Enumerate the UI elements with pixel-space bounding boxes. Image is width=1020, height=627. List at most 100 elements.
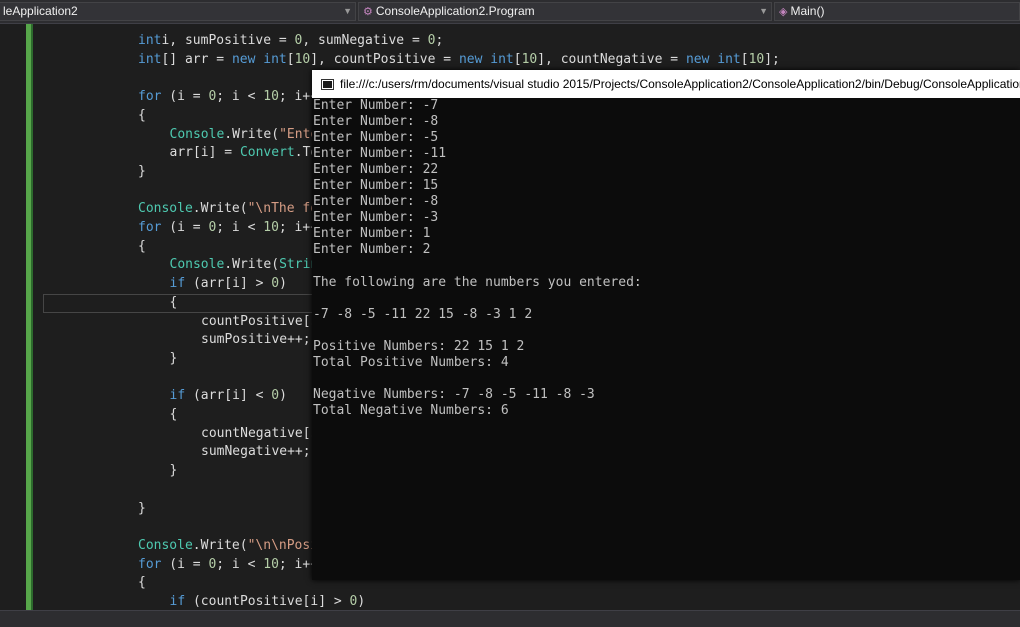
code-token: (i = bbox=[161, 556, 209, 572]
code-token: 10 bbox=[263, 89, 279, 105]
code-token: i, sumPositive = bbox=[161, 33, 295, 48]
code-token: [] arr = bbox=[161, 51, 232, 67]
console-line: The following are the numbers you entere… bbox=[313, 274, 642, 290]
horizontal-scrollbar[interactable] bbox=[0, 610, 1020, 627]
code-line: } bbox=[138, 500, 146, 519]
chevron-down-icon: ▼ bbox=[759, 6, 768, 16]
code-token: [ bbox=[513, 51, 522, 67]
code-token: for bbox=[138, 220, 162, 235]
code-line: { bbox=[170, 294, 178, 313]
code-token: , sumNegative = bbox=[302, 33, 428, 48]
code-token: 0 bbox=[271, 276, 280, 292]
class-icon: ⚙ bbox=[363, 6, 373, 18]
console-window[interactable]: file:///c:/users/rm/documents/visual stu… bbox=[312, 70, 1020, 580]
console-title-bar[interactable]: file:///c:/users/rm/documents/visual stu… bbox=[312, 70, 1020, 98]
code-line: } bbox=[170, 350, 178, 369]
code-token: if bbox=[169, 276, 186, 292]
code-token: new bbox=[231, 51, 256, 67]
code-token: int bbox=[138, 33, 162, 48]
code-token: new bbox=[458, 51, 483, 67]
code-token: } bbox=[138, 500, 146, 516]
code-token: int bbox=[709, 51, 741, 67]
code-token: .Write( bbox=[224, 126, 280, 142]
code-token: arr[i] = bbox=[169, 145, 240, 161]
code-token: 10 bbox=[263, 220, 279, 235]
code-token: Console bbox=[138, 201, 193, 217]
chevron-down-icon: ▼ bbox=[343, 6, 352, 16]
console-line: Enter Number: -3 bbox=[313, 210, 439, 226]
code-token: { bbox=[138, 107, 146, 123]
member-dropdown-label: Main() bbox=[790, 4, 825, 18]
console-line: Enter Number: 2 bbox=[313, 242, 431, 258]
code-token: ; i < bbox=[216, 89, 264, 105]
code-token: 10 bbox=[748, 51, 765, 67]
code-line: sumPositive++; bbox=[201, 331, 311, 350]
code-token: int bbox=[482, 51, 514, 67]
code-token: int bbox=[255, 51, 287, 67]
console-line: Enter Number: -5 bbox=[313, 130, 439, 146]
console-output: Enter Number: -7 Enter Number: -8 Enter Nu… bbox=[313, 98, 1019, 580]
console-line: Enter Number: -8 bbox=[313, 194, 439, 210]
code-token: for bbox=[138, 89, 162, 105]
code-line: { bbox=[138, 107, 146, 126]
code-token: { bbox=[169, 294, 178, 310]
code-token: { bbox=[138, 238, 146, 254]
code-token: ], countPositive = bbox=[310, 51, 459, 67]
code-token: .Write( bbox=[192, 201, 248, 217]
code-token: new bbox=[685, 51, 710, 67]
member-dropdown[interactable]: ◈ Main() bbox=[774, 2, 1020, 21]
code-token: if bbox=[169, 594, 186, 609]
console-line: Enter Number: 15 bbox=[313, 178, 439, 194]
code-line: if (arr[i] < 0) bbox=[170, 387, 287, 406]
console-app-icon bbox=[321, 79, 334, 91]
code-token: (i = bbox=[161, 220, 209, 235]
code-token: sumPositive++; bbox=[201, 332, 311, 348]
code-token: 10 bbox=[294, 51, 311, 67]
code-token: { bbox=[169, 407, 178, 422]
console-line: Enter Number: -8 bbox=[313, 114, 439, 130]
console-line: Enter Number: -7 bbox=[313, 98, 439, 113]
code-token: .Write( bbox=[192, 537, 248, 553]
code-token: [ bbox=[286, 51, 295, 67]
code-token: Console bbox=[138, 537, 193, 553]
code-line: if (arr[i] > 0) bbox=[170, 275, 287, 294]
code-line: int[] arr = new int[10], countPositive =… bbox=[138, 51, 780, 70]
code-line: for (i = 0; i < 10; i++) bbox=[138, 88, 326, 107]
code-token: ; i < bbox=[216, 220, 264, 235]
code-token: } bbox=[169, 463, 178, 479]
code-token: (countPositive[i] > bbox=[185, 594, 350, 609]
console-line: Positive Numbers: 22 15 1 2 bbox=[313, 338, 525, 354]
code-token: Console bbox=[169, 126, 225, 142]
code-token: } bbox=[138, 163, 146, 179]
navigation-bar: leApplication2 ▼ ⚙ ConsoleApplication2.Pr… bbox=[0, 0, 1020, 24]
code-token: .Write( bbox=[224, 257, 280, 273]
code-line: { bbox=[138, 574, 146, 593]
code-token: ]; bbox=[764, 51, 780, 67]
code-token: ) bbox=[357, 594, 366, 609]
code-token: for bbox=[138, 556, 162, 572]
outline-margin bbox=[31, 24, 33, 610]
code-line: for (i = 0; i < 10; i++) bbox=[138, 219, 326, 238]
code-line: } bbox=[138, 163, 146, 182]
code-line: inti, sumPositive = 0, sumNegative = 0; bbox=[138, 32, 443, 51]
code-token: ; i < bbox=[216, 556, 264, 572]
code-token: } bbox=[169, 350, 178, 366]
code-token: if bbox=[169, 388, 186, 404]
console-line: Enter Number: 22 bbox=[313, 162, 439, 178]
code-token: ) bbox=[279, 276, 287, 292]
code-token: int bbox=[138, 51, 162, 67]
project-dropdown[interactable]: leApplication2 ▼ bbox=[0, 2, 356, 21]
code-token: (arr[i] > bbox=[185, 276, 272, 292]
method-icon: ◈ bbox=[779, 6, 788, 18]
code-token: 10 bbox=[263, 556, 279, 572]
code-token: (arr[i] < bbox=[185, 388, 272, 404]
code-line: { bbox=[170, 406, 178, 425]
code-token: { bbox=[138, 575, 146, 591]
project-dropdown-label: leApplication2 bbox=[3, 4, 78, 18]
console-title: file:///c:/users/rm/documents/visual stu… bbox=[340, 77, 1020, 91]
code-token: sumNegative++; bbox=[201, 444, 311, 460]
code-token: Convert bbox=[239, 145, 295, 161]
class-dropdown[interactable]: ⚙ ConsoleApplication2.Program ▼ bbox=[358, 2, 772, 21]
console-line: Enter Number: 1 bbox=[313, 226, 431, 242]
code-token: 10 bbox=[521, 51, 538, 67]
